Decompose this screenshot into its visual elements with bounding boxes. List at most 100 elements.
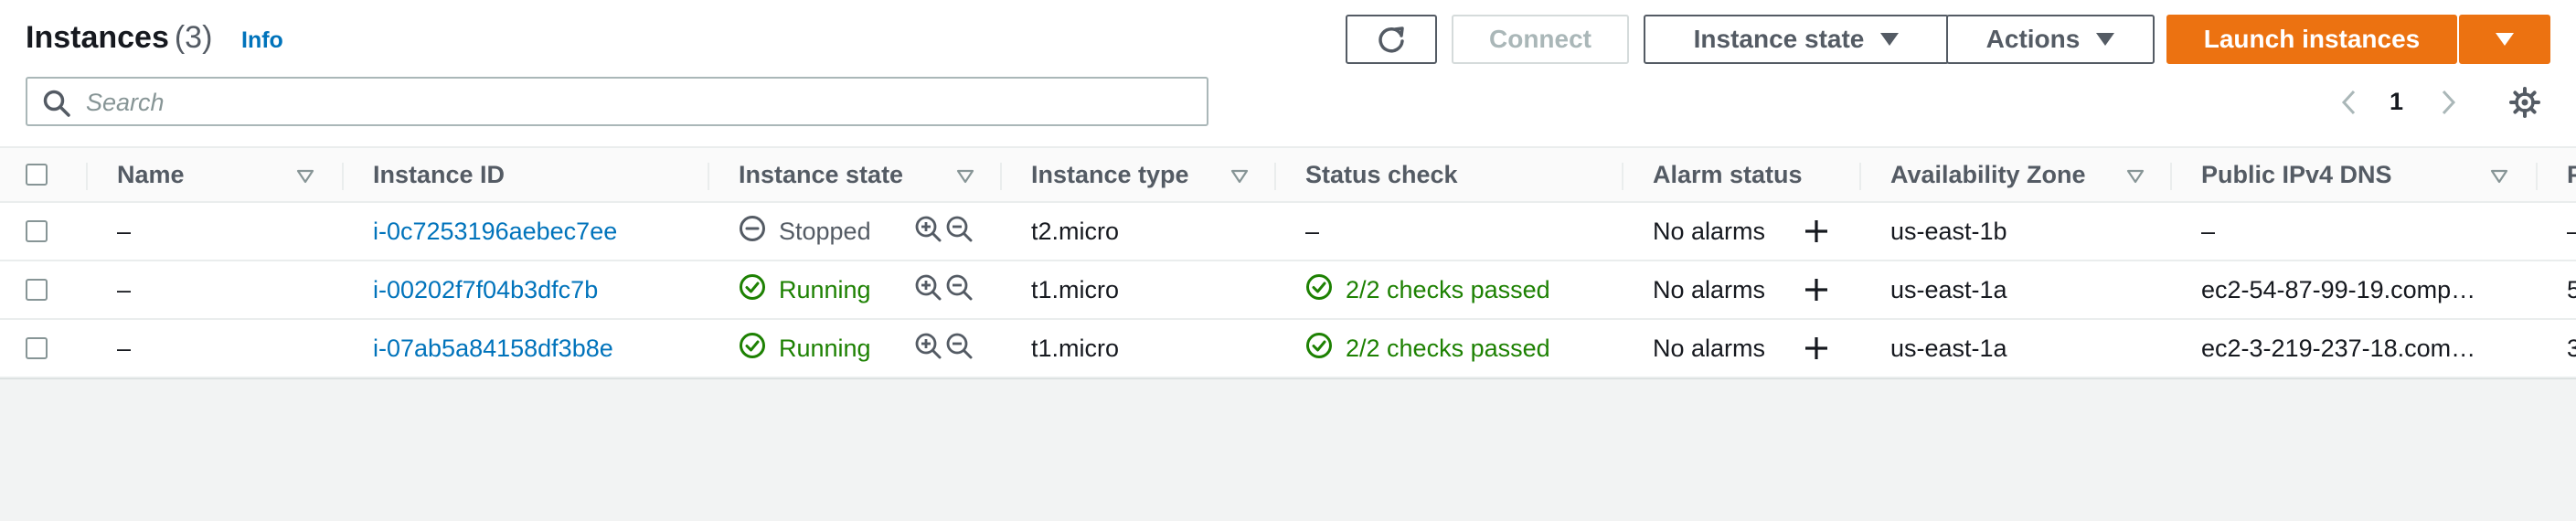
check-circle-icon — [739, 332, 766, 366]
column-separator — [1622, 163, 1623, 190]
page-title: Instances (3) — [26, 20, 212, 56]
check-circle-icon — [739, 273, 766, 307]
row-checkbox[interactable] — [26, 220, 48, 242]
previous-page-icon[interactable] — [2338, 88, 2360, 117]
instance-id-link[interactable]: i-07ab5a84158df3b8e — [373, 320, 702, 377]
zoom-out-icon[interactable] — [945, 273, 974, 307]
check-circle-icon — [1305, 273, 1333, 307]
row-checkbox[interactable] — [26, 279, 48, 301]
actions-dropdown[interactable]: Actions — [1946, 15, 2155, 64]
instance-type: t1.micro — [1031, 275, 1120, 303]
plus-icon[interactable] — [1803, 203, 1830, 260]
status-check-text: – — [1305, 217, 1320, 245]
availability-zone: us-east-1a — [1890, 334, 2007, 362]
status-check-text: 2/2 checks passed — [1346, 334, 1550, 362]
instance-name: – — [117, 217, 132, 245]
caret-down-icon — [1880, 33, 1900, 46]
zoom-controls — [914, 320, 974, 377]
sort-caret-icon[interactable] — [2490, 168, 2508, 185]
sort-caret-icon[interactable] — [1230, 168, 1249, 185]
column-separator — [708, 163, 709, 190]
table-row[interactable]: – i-07ab5a84158df3b8e Running t1.micro 2/2 c… — [0, 320, 2576, 378]
column-separator — [86, 163, 88, 190]
column-header-instance-type[interactable]: Instance type — [1031, 148, 1214, 201]
column-separator — [1859, 163, 1861, 190]
zoom-controls — [914, 261, 974, 318]
column-header-instance-id[interactable]: Instance ID — [373, 148, 675, 201]
row-checkbox[interactable] — [26, 337, 48, 359]
plus-icon[interactable] — [1803, 320, 1830, 377]
column-header-instance-state[interactable]: Instance state — [739, 148, 940, 201]
select-all-checkbox[interactable] — [26, 164, 48, 186]
instance-type: t1.micro — [1031, 334, 1120, 362]
instance-state-dropdown-label: Instance state — [1693, 25, 1865, 53]
instance-name: – — [117, 275, 132, 303]
column-header-alarm-status[interactable]: Alarm status — [1653, 148, 1872, 201]
connect-button-label: Connect — [1489, 25, 1591, 53]
zoom-controls — [914, 203, 974, 260]
table-row[interactable]: – i-0c7253196aebec7ee Stopped t2.micro – No a… — [0, 203, 2576, 261]
plus-icon[interactable] — [1803, 261, 1830, 318]
stopped-circle-icon — [739, 215, 766, 249]
status-check-cell: – — [1305, 203, 1616, 260]
connect-button[interactable]: Connect — [1452, 15, 1629, 64]
search-box[interactable] — [26, 77, 1208, 126]
column-header-availability-zone[interactable]: Availability Zone — [1890, 148, 2137, 201]
column-separator — [1000, 163, 1002, 190]
next-page-icon[interactable] — [2437, 88, 2459, 117]
select-all-cell — [26, 148, 53, 201]
truncated-column-value: – — [2567, 203, 2576, 260]
sort-caret-icon[interactable] — [296, 168, 314, 185]
zoom-in-icon[interactable] — [914, 215, 943, 249]
instance-state-text: Stopped — [779, 217, 871, 245]
column-header-name[interactable]: Name — [117, 148, 282, 201]
column-separator — [2536, 163, 2538, 190]
availability-zone: us-east-1b — [1890, 217, 2007, 245]
status-check-text: 2/2 checks passed — [1346, 275, 1550, 303]
search-input[interactable] — [84, 84, 1185, 121]
caret-down-icon — [2096, 33, 2115, 46]
search-icon — [43, 90, 70, 117]
sort-caret-icon[interactable] — [956, 168, 974, 185]
zoom-out-icon[interactable] — [945, 215, 974, 249]
gear-icon[interactable] — [2508, 86, 2541, 119]
sort-caret-icon[interactable] — [2126, 168, 2145, 185]
truncated-column-value: 3 — [2567, 334, 2576, 362]
launch-instances-label: Launch instances — [2203, 25, 2421, 53]
current-page-number[interactable]: 1 — [2390, 88, 2403, 116]
row-select-cell — [26, 203, 53, 260]
instances-panel: Instances (3) Info Connect Instance state… — [0, 0, 2576, 379]
instance-id-link[interactable]: i-0c7253196aebec7ee — [373, 203, 702, 260]
table-header-row: Name Instance ID Instance state Instance… — [0, 146, 2576, 203]
public-ipv4-dns: ec2-3-219-237-18.com… — [2201, 334, 2476, 362]
instance-type: t2.micro — [1031, 217, 1120, 245]
column-header-public-ipv4-dns[interactable]: Public IPv4 DNS — [2201, 148, 2475, 201]
column-separator — [1274, 163, 1276, 190]
launch-options-dropdown[interactable] — [2459, 15, 2550, 64]
info-link[interactable]: Info — [241, 27, 283, 54]
caret-down-icon — [2496, 33, 2514, 46]
refresh-icon — [1378, 27, 1404, 53]
instance-count: (3) — [174, 20, 213, 55]
public-ipv4-dns: ec2-54-87-99-19.comp… — [2201, 275, 2476, 303]
zoom-out-icon[interactable] — [945, 332, 974, 366]
refresh-button[interactable] — [1346, 15, 1437, 64]
instance-name: – — [117, 334, 132, 362]
instance-state-cell: Stopped — [739, 203, 912, 260]
page-title-text: Instances — [26, 20, 169, 55]
launch-instances-button[interactable]: Launch instances — [2166, 15, 2457, 64]
zoom-in-icon[interactable] — [914, 332, 943, 366]
instance-state-cell: Running — [739, 320, 912, 377]
instance-state-text: Running — [779, 275, 871, 303]
row-select-cell — [26, 261, 53, 318]
column-header-status-check[interactable]: Status check — [1305, 148, 1580, 201]
column-header-truncated[interactable]: P — [2567, 148, 2576, 201]
check-circle-icon — [1305, 332, 1333, 366]
status-check-cell: 2/2 checks passed — [1305, 261, 1616, 318]
instance-state-dropdown[interactable]: Instance state — [1644, 15, 1949, 64]
column-separator — [2170, 163, 2172, 190]
instance-id-link[interactable]: i-00202f7f04b3dfc7b — [373, 261, 702, 318]
instance-state-text: Running — [779, 334, 871, 362]
table-row[interactable]: – i-00202f7f04b3dfc7b Running t1.micro 2/2 c… — [0, 261, 2576, 320]
zoom-in-icon[interactable] — [914, 273, 943, 307]
